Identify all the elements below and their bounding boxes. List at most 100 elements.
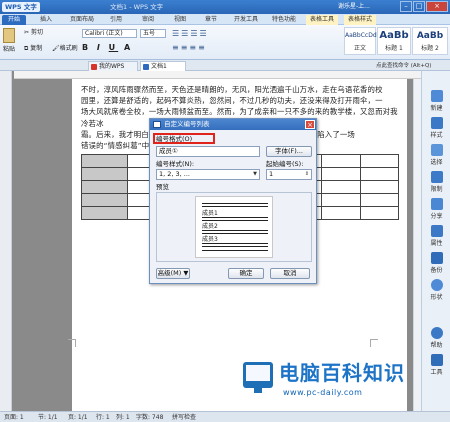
sidebar-item-backup[interactable]: 备份 xyxy=(423,249,450,275)
watermark-title: 电脑百科知识 xyxy=(279,361,405,385)
tab-view[interactable]: 视图 xyxy=(170,15,190,25)
share-icon xyxy=(430,198,443,210)
close-button[interactable]: × xyxy=(426,1,448,12)
left-gutter xyxy=(0,71,12,411)
document-icon xyxy=(143,64,149,70)
select-icon xyxy=(430,144,443,156)
maximize-button[interactable]: □ xyxy=(413,1,425,12)
font-size-select[interactable]: 五号 xyxy=(140,29,166,38)
command-search[interactable]: 点此查找命令 (Alt+Q) xyxy=(376,61,431,71)
paste-button[interactable]: 粘贴 xyxy=(3,46,15,54)
help-icon xyxy=(430,327,443,339)
sidebar-item-label: 帮助 xyxy=(430,342,443,349)
new-icon xyxy=(430,90,443,102)
tab-my-wps[interactable]: 我的WPS xyxy=(88,61,138,71)
start-number-label: 起始编号(S): xyxy=(266,160,304,168)
tab-insert[interactable]: 插入 xyxy=(36,15,56,25)
tab-references[interactable]: 引用 xyxy=(106,15,126,25)
watermark: 电脑百科知识 www.pc-daily.com xyxy=(233,356,450,411)
window-title: 文档1 - WPS 文字 xyxy=(110,3,164,11)
tab-document-1[interactable]: 文档1 xyxy=(140,61,186,71)
monitor-icon xyxy=(243,362,273,393)
align-buttons[interactable]: ≡≡≡≡ xyxy=(172,44,207,52)
tab-table-tools[interactable]: 表格工具 xyxy=(306,15,338,25)
dialog-title-bar: 自定义编号列表 × xyxy=(150,119,316,130)
number-style-select[interactable]: 1, 2, 3, ... ▼ xyxy=(156,169,260,180)
paragraph-buttons[interactable]: ☰☰☰☰ xyxy=(172,30,209,38)
style-heading-2-preview: AaBb xyxy=(416,31,444,41)
dialog-title: 自定义编号列表 xyxy=(164,120,210,128)
brush-icon: 🖌 xyxy=(52,45,60,52)
cut-button[interactable]: ✂ 剪切 xyxy=(24,29,43,37)
style-heading-2[interactable]: AaBb 标题 2 xyxy=(412,27,448,55)
tab-features[interactable]: 特色功能 xyxy=(268,15,300,25)
spell-check-toggle[interactable]: 拼写检查 xyxy=(172,412,196,422)
sidebar-item-label: 选择 xyxy=(430,159,443,166)
advanced-button[interactable]: 高级(M) ▼ xyxy=(156,268,190,279)
preview-line xyxy=(202,206,268,207)
shape-icon xyxy=(430,279,443,291)
tab-my-wps-label: 我的WPS xyxy=(99,63,125,70)
minimize-button[interactable]: – xyxy=(400,1,412,12)
style-heading-1-preview: AaBb xyxy=(379,30,409,41)
sidebar-item-properties[interactable]: 属性 xyxy=(423,222,450,248)
format-buttons[interactable]: B I U A xyxy=(82,44,133,52)
dialog-icon xyxy=(153,121,161,128)
preview-item-text: 成员3 xyxy=(202,236,218,243)
preview-line xyxy=(202,250,268,251)
number-style-value: 1, 2, 3, ... xyxy=(159,170,191,178)
tab-page-layout[interactable]: 页面布局 xyxy=(66,15,98,25)
sidebar-item-restrict[interactable]: 限制 xyxy=(423,168,450,194)
sidebar-item-select[interactable]: 选择 xyxy=(423,141,450,167)
style-heading-1[interactable]: AaBb 标题 1 xyxy=(377,27,411,55)
tab-developer[interactable]: 开发工具 xyxy=(230,15,262,25)
tab-review[interactable]: 审阅 xyxy=(138,15,158,25)
copy-button[interactable]: ⧉ 复制 xyxy=(24,45,42,53)
copy-icon: ⧉ xyxy=(24,45,29,52)
user-account[interactable]: 谢乐星-上... xyxy=(338,2,370,12)
scissors-icon: ✂ xyxy=(24,29,30,36)
status-bar: 页面: 1 节: 1/1 页: 1/1 行: 1 列: 1 字数: 748 拼写… xyxy=(0,411,450,422)
tab-table-style[interactable]: 表格样式 xyxy=(344,15,376,25)
status-page: 页面: 1 xyxy=(4,414,24,421)
title-bar: WPS 文字 文档1 - WPS 文字 谢乐星-上... – □ × xyxy=(0,0,450,14)
sidebar-item-label: 样式 xyxy=(430,132,443,139)
tab-chapter[interactable]: 章节 xyxy=(201,15,221,25)
copy-label: 复制 xyxy=(30,45,43,52)
preview-line xyxy=(202,233,268,234)
style-heading-2-label: 标题 2 xyxy=(421,45,439,52)
sidebar-item-help[interactable]: 帮助 xyxy=(423,324,450,350)
format-painter-button[interactable]: 🖌格式刷 xyxy=(52,45,78,53)
number-style-label: 编号样式(N): xyxy=(156,160,195,168)
style-icon xyxy=(430,117,443,129)
start-number-stepper[interactable]: 1 ⇕ xyxy=(266,169,312,180)
menu-tabs: 开始 插入 页面布局 引用 审阅 视图 章节 开发工具 特色功能 表格工具 表格… xyxy=(0,14,450,25)
cut-label: 剪切 xyxy=(30,29,43,36)
preview-frame: 成员1 成员2 成员3 xyxy=(156,192,312,262)
cancel-button[interactable]: 取消 xyxy=(270,268,310,279)
sidebar-item-new[interactable]: 新建 xyxy=(423,87,450,113)
number-format-input[interactable]: 成员① xyxy=(156,146,260,157)
properties-icon xyxy=(430,225,443,237)
app-menu-button[interactable]: WPS 文字 xyxy=(2,2,40,12)
ribbon: 粘贴 ✂ 剪切 ⧉ 复制 🖌格式刷 Calibri (正文) 五号 B I U … xyxy=(0,25,450,60)
tab-home[interactable]: 开始 xyxy=(2,15,26,25)
sidebar-item-label: 分享 xyxy=(430,213,443,220)
sidebar-item-shape[interactable]: 形状 xyxy=(423,276,450,302)
paste-icon xyxy=(3,28,15,43)
dialog-close-button[interactable]: × xyxy=(305,120,315,129)
preview-item-text: 成员1 xyxy=(202,210,218,217)
font-button[interactable]: 字体(F)... xyxy=(266,146,312,157)
font-name-select[interactable]: Calibri (正文) xyxy=(82,29,137,38)
sidebar-item-style[interactable]: 样式 xyxy=(423,114,450,140)
sidebar-item-label: 新建 xyxy=(430,105,443,112)
chevron-down-icon: ▼ xyxy=(253,171,257,177)
preview-line xyxy=(202,220,268,221)
ok-button[interactable]: 确定 xyxy=(228,268,264,279)
spin-icon: ⇕ xyxy=(304,171,310,177)
crop-mark xyxy=(68,339,76,347)
sidebar-item-share[interactable]: 分享 xyxy=(423,195,450,221)
tab-document-1-label: 文档1 xyxy=(151,63,167,70)
backup-icon xyxy=(430,252,443,264)
style-normal[interactable]: AaBbCcDd 正文 xyxy=(344,27,377,55)
